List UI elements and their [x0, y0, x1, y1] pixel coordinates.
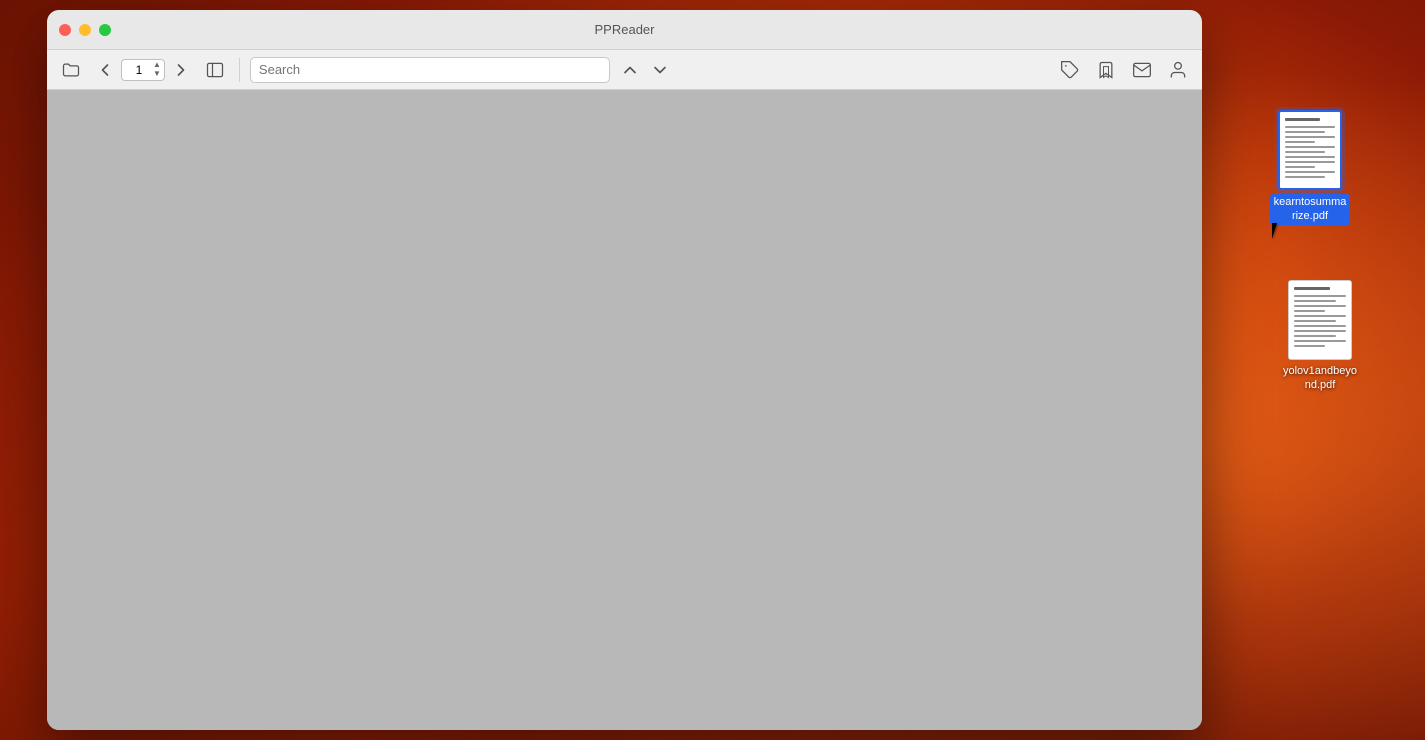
thumb-line-4 [1285, 141, 1315, 143]
thumb2-line-2 [1294, 300, 1336, 302]
bookmarks-button[interactable] [1092, 56, 1120, 84]
chevron-up-icon [620, 60, 640, 80]
tag-icon [1060, 60, 1080, 80]
search-input[interactable] [250, 57, 610, 83]
thumb2-line-11 [1294, 345, 1325, 347]
thumb2-line-7 [1294, 325, 1346, 327]
ppreader-window: PPReader ▲ ▼ [47, 10, 1202, 730]
thumb2-line-10 [1294, 340, 1346, 342]
bookmarks-icon [1096, 60, 1116, 80]
profile-icon [1168, 60, 1188, 80]
minimize-button[interactable] [79, 24, 91, 36]
desktop-icon-label-2: yolov1andbeyond.pdf [1280, 364, 1360, 393]
folder-icon [61, 60, 81, 80]
desktop-icon-2[interactable]: yolov1andbeyond.pdf [1280, 280, 1360, 393]
open-folder-button[interactable] [57, 56, 85, 84]
tag-button[interactable] [1056, 56, 1084, 84]
thumb2-line-5 [1294, 315, 1346, 317]
next-page-button[interactable] [167, 56, 195, 84]
thumb2-header-line [1294, 287, 1330, 290]
thumb-line-1 [1285, 126, 1335, 128]
profile-button[interactable] [1164, 56, 1192, 84]
thumb2-line-3 [1294, 305, 1346, 307]
pdf-content-area [47, 90, 1202, 730]
thumb2-line-1 [1294, 295, 1346, 297]
window-controls [59, 24, 111, 36]
thumbnail-lines-2 [1289, 281, 1351, 359]
thumb2-line-8 [1294, 330, 1346, 332]
search-navigation [616, 56, 674, 84]
page-spinners: ▲ ▼ [153, 61, 161, 79]
desktop-icon-1[interactable]: kearntosummarize.pdf [1270, 110, 1350, 225]
thumb-line-5 [1285, 146, 1335, 148]
thumb-line-10 [1285, 171, 1335, 173]
thumb-header-line [1285, 118, 1320, 121]
thumb-line-3 [1285, 136, 1335, 138]
chevron-right-icon [171, 60, 191, 80]
thumb-line-11 [1285, 176, 1325, 178]
pdf-thumbnail-1 [1278, 110, 1342, 190]
chevron-left-icon [95, 60, 115, 80]
maximize-button[interactable] [99, 24, 111, 36]
thumbnail-lines-1 [1280, 112, 1340, 188]
thumb-line-7 [1285, 156, 1335, 158]
email-button[interactable] [1128, 56, 1156, 84]
sidebar-icon [205, 60, 225, 80]
toolbar-separator [239, 58, 240, 82]
thumb-line-9 [1285, 166, 1315, 168]
search-next-button[interactable] [646, 56, 674, 84]
page-navigation: ▲ ▼ [91, 56, 195, 84]
close-button[interactable] [59, 24, 71, 36]
thumb2-line-6 [1294, 320, 1336, 322]
prev-page-button[interactable] [91, 56, 119, 84]
right-toolbar [1056, 56, 1192, 84]
toolbar: ▲ ▼ [47, 50, 1202, 90]
email-icon [1132, 60, 1152, 80]
titlebar: PPReader [47, 10, 1202, 50]
desktop-icon-label-1: kearntosummarize.pdf [1270, 194, 1350, 225]
thumb2-line-9 [1294, 335, 1336, 337]
search-prev-button[interactable] [616, 56, 644, 84]
thumb-line-6 [1285, 151, 1325, 153]
thumb-line-2 [1285, 131, 1325, 133]
page-number-input[interactable] [125, 63, 153, 77]
thumb2-line-4 [1294, 310, 1325, 312]
chevron-down-icon [650, 60, 670, 80]
window-title: PPReader [595, 22, 655, 37]
page-input-wrapper: ▲ ▼ [121, 59, 165, 81]
thumb-line-8 [1285, 161, 1335, 163]
page-down-button[interactable]: ▼ [153, 70, 161, 79]
pdf-thumbnail-2 [1288, 280, 1352, 360]
toggle-sidebar-button[interactable] [201, 56, 229, 84]
